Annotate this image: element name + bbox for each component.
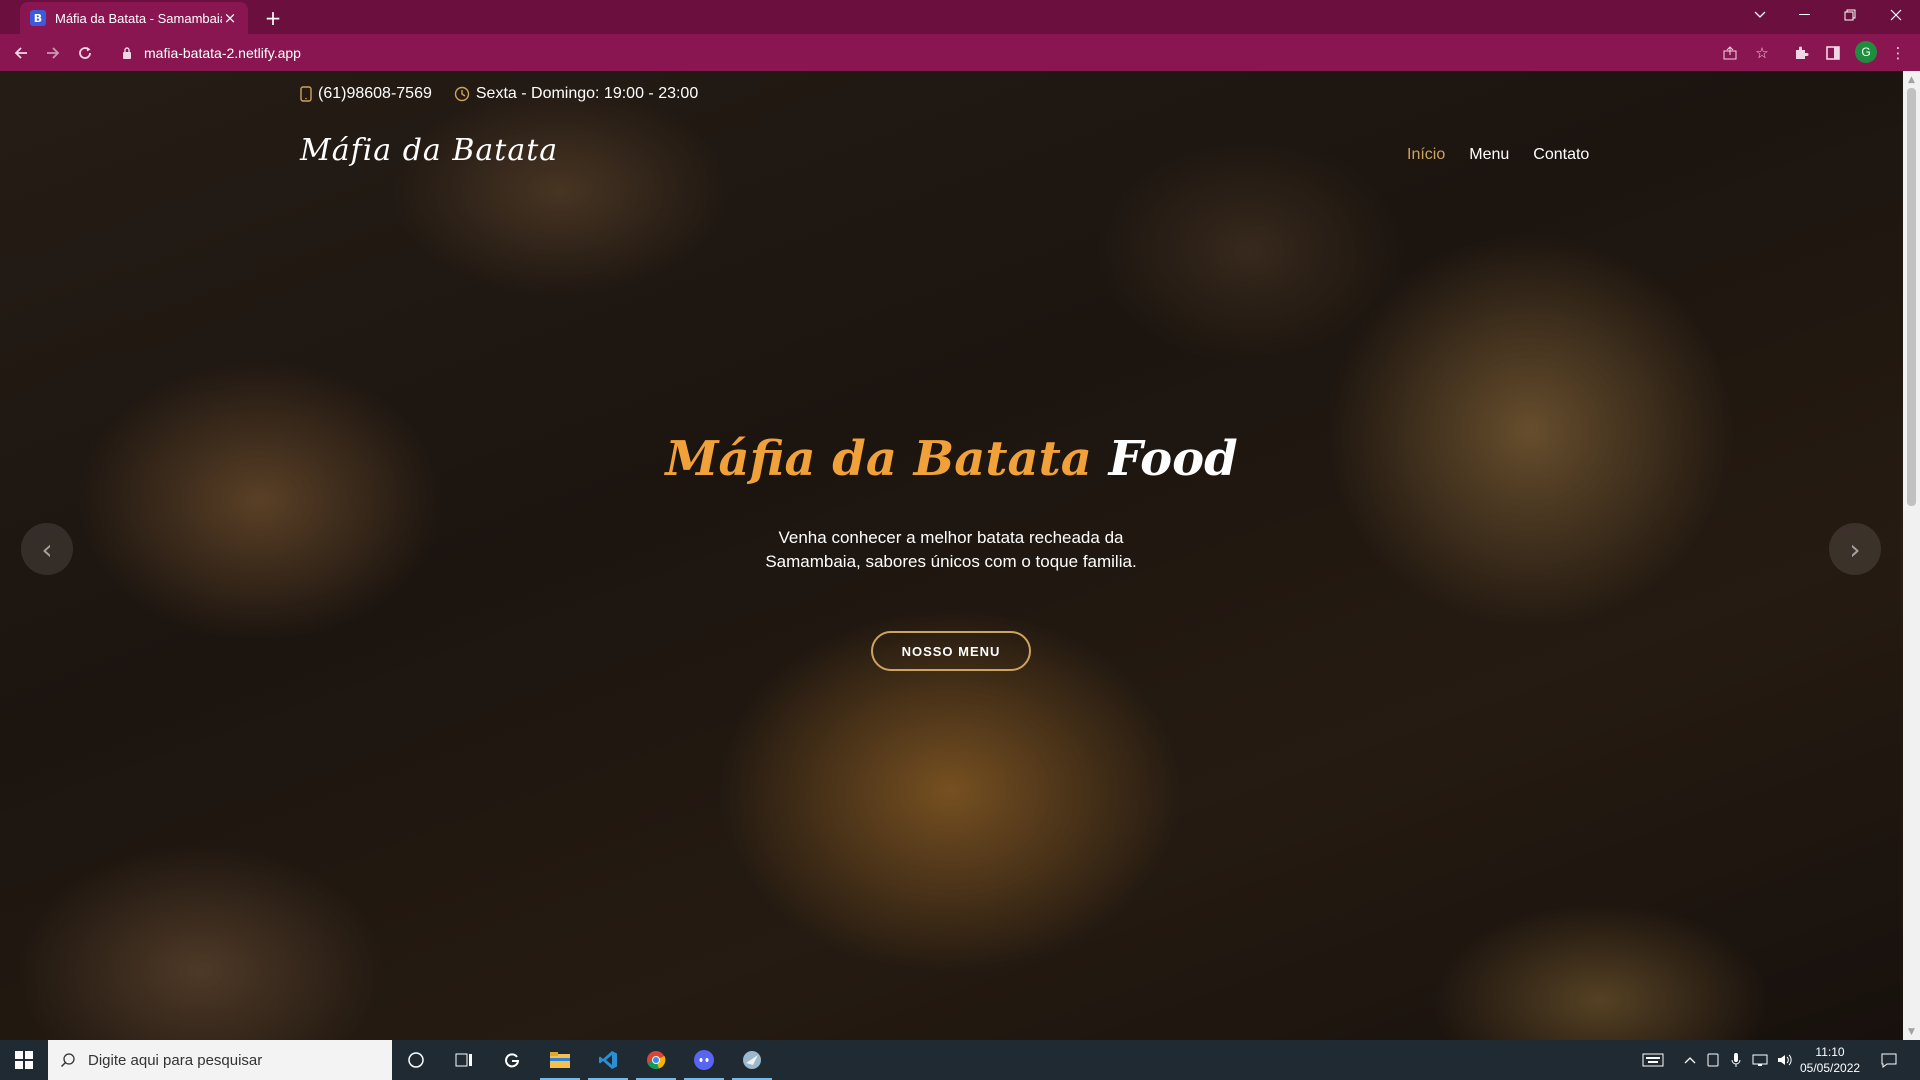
tab-search-icon[interactable]: [1738, 0, 1782, 30]
page-scrollbar[interactable]: ▲ ▼: [1903, 71, 1920, 1040]
bookmark-star-icon[interactable]: ☆: [1751, 42, 1773, 64]
search-placeholder: Digite aqui para pesquisar: [88, 1051, 263, 1069]
app-icon-g[interactable]: [488, 1040, 536, 1080]
extensions-icon[interactable]: [1790, 42, 1812, 64]
hours-info: Sexta - Domingo: 19:00 - 23:00: [454, 85, 698, 103]
scroll-up-icon[interactable]: ▲: [1903, 71, 1920, 88]
cortana-icon[interactable]: [392, 1040, 440, 1080]
nav-item-menu[interactable]: Menu: [1469, 146, 1509, 164]
carousel-prev-icon[interactable]: ‹: [21, 523, 73, 575]
device-icon[interactable]: [1703, 1040, 1723, 1080]
scroll-down-icon[interactable]: ▼: [1903, 1023, 1920, 1040]
new-tab-button[interactable]: +: [261, 6, 285, 30]
task-view-icon[interactable]: [440, 1040, 488, 1080]
browser-tab[interactable]: B Máfia da Batata - Samambaia ×: [20, 2, 248, 34]
minimize-button[interactable]: [1782, 0, 1826, 30]
windows-start-icon[interactable]: [0, 1040, 48, 1080]
main-nav: Início Menu Contato: [1407, 146, 1589, 164]
file-explorer-icon[interactable]: [536, 1040, 584, 1080]
vscode-icon[interactable]: [584, 1040, 632, 1080]
taskbar-clock[interactable]: 11:10 05/05/2022: [1800, 1044, 1860, 1076]
clock-icon: [454, 86, 470, 102]
back-arrow-icon[interactable]: [8, 40, 34, 66]
windows-taskbar: Digite aqui para pesquisar 11:10 05/05/2…: [0, 1040, 1920, 1080]
forward-arrow-icon[interactable]: [40, 40, 66, 66]
browser-chrome: B Máfia da Batata - Samambaia × + mafia-…: [0, 0, 1920, 71]
tab-strip: B Máfia da Batata - Samambaia × +: [0, 0, 1920, 34]
profile-avatar[interactable]: G: [1855, 41, 1877, 63]
close-window-button[interactable]: [1874, 0, 1918, 30]
tab-close-icon[interactable]: ×: [222, 9, 238, 27]
microphone-icon[interactable]: [1726, 1040, 1746, 1080]
tray-chevron-up-icon[interactable]: [1680, 1040, 1700, 1080]
keyboard-icon[interactable]: [1638, 1040, 1668, 1080]
contact-topbar: (61)98608-7569 Sexta - Domingo: 19:00 - …: [300, 85, 720, 103]
hero-title: Máfia da Batata Food: [0, 431, 1903, 487]
phone-number: (61)98608-7569: [318, 85, 432, 102]
side-panel-icon[interactable]: [1822, 42, 1844, 64]
lock-icon[interactable]: [120, 46, 134, 60]
carousel-next-icon[interactable]: ›: [1829, 523, 1881, 575]
restore-button[interactable]: [1828, 0, 1872, 30]
clock-time: 11:10: [1815, 1045, 1845, 1059]
phone-icon: [300, 86, 312, 102]
browser-toolbar: mafia-batata-2.netlify.app ☆ ⋮: [0, 34, 1920, 71]
nav-item-contato[interactable]: Contato: [1533, 146, 1589, 164]
taskbar-search-input[interactable]: Digite aqui para pesquisar: [48, 1040, 392, 1080]
share-icon[interactable]: [1719, 42, 1741, 64]
hero-title-accent: Máfia da Batata: [665, 431, 1092, 487]
discord-icon[interactable]: [680, 1040, 728, 1080]
scroll-thumb[interactable]: [1907, 88, 1916, 506]
reload-icon[interactable]: [72, 40, 98, 66]
site-logo[interactable]: Máfia da Batata: [300, 133, 558, 168]
app-bird-icon[interactable]: [728, 1040, 776, 1080]
volume-icon[interactable]: [1774, 1040, 1796, 1080]
tab-title: Máfia da Batata - Samambaia: [55, 10, 222, 26]
opening-hours: Sexta - Domingo: 19:00 - 23:00: [475, 85, 699, 102]
address-bar[interactable]: mafia-batata-2.netlify.app: [110, 38, 1750, 67]
hero-section: (61)98608-7569 Sexta - Domingo: 19:00 - …: [0, 71, 1903, 1040]
nav-item-inicio[interactable]: Início: [1407, 146, 1445, 164]
network-icon[interactable]: [1749, 1040, 1771, 1080]
url-text: mafia-batata-2.netlify.app: [144, 44, 301, 61]
notifications-icon[interactable]: [1874, 1040, 1904, 1080]
clock-date: 05/05/2022: [1800, 1061, 1861, 1075]
nosso-menu-button[interactable]: NOSSO MENU: [871, 631, 1031, 671]
tab-favicon-icon: B: [30, 10, 46, 26]
hero-description: Venha conhecer a melhor batata recheada …: [765, 528, 1137, 571]
hero-title-rest: Food: [1108, 431, 1238, 487]
chrome-icon[interactable]: [632, 1040, 680, 1080]
phone-info: (61)98608-7569: [300, 85, 432, 103]
search-icon: [48, 1052, 88, 1068]
browser-menu-icon[interactable]: ⋮: [1887, 42, 1909, 64]
